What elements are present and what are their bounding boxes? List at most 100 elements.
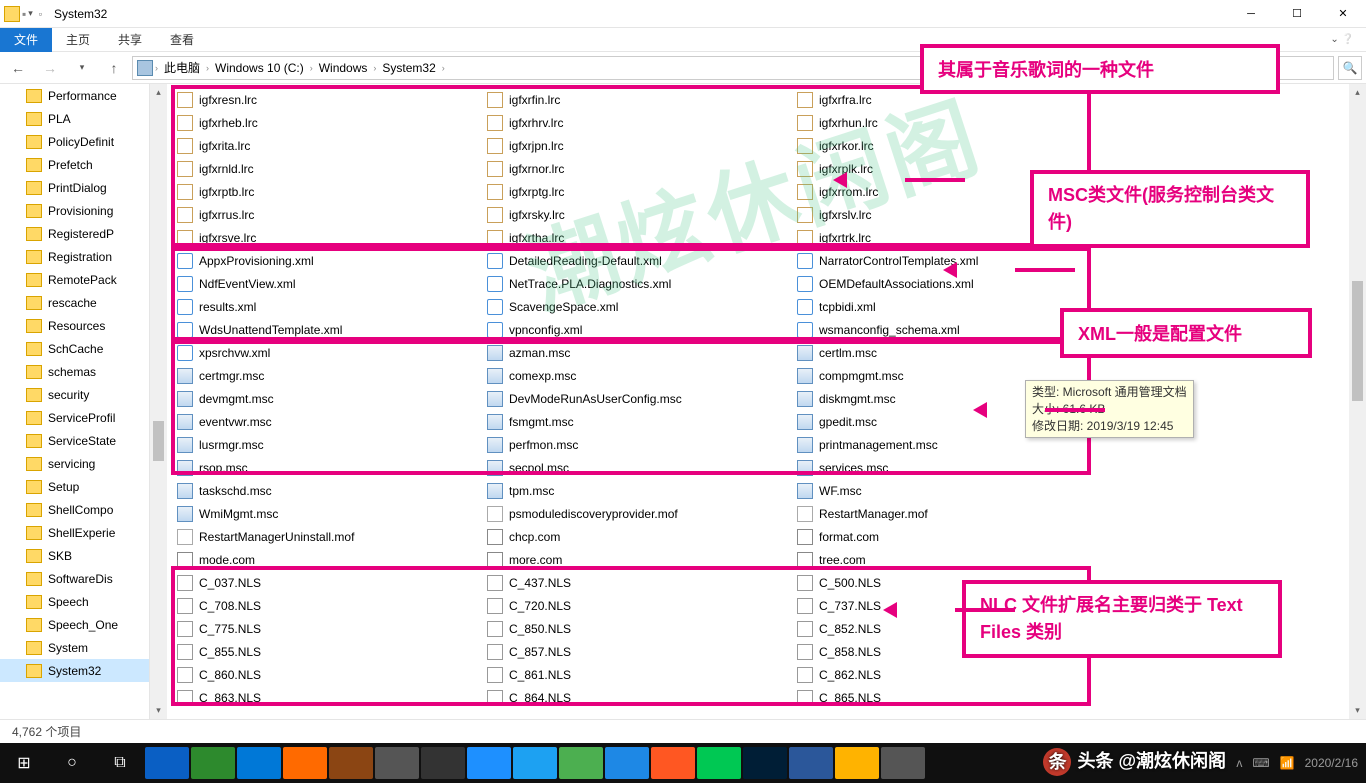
file-item[interactable]: wsmanconfig_schema.xml [795, 318, 1105, 341]
minimize-button[interactable]: ─ [1228, 0, 1274, 28]
file-item[interactable]: DetailedReading-Default.xml [485, 249, 795, 272]
file-item[interactable]: C_720.NLS [485, 594, 795, 617]
sidebar-item[interactable]: ShellExperie [0, 521, 149, 544]
file-item[interactable]: C_860.NLS [175, 663, 485, 686]
ribbon-expand-icon[interactable]: ⌄ ❔ [1318, 34, 1366, 45]
sidebar-item[interactable]: Speech [0, 590, 149, 613]
file-item[interactable]: RestartManager.mof [795, 502, 1105, 525]
file-item[interactable]: fsmgmt.msc [485, 410, 795, 433]
crumb[interactable]: 此电脑 [160, 59, 204, 76]
file-item[interactable]: RestartManagerUninstall.mof [175, 525, 485, 548]
file-item[interactable]: ScavengeSpace.xml [485, 295, 795, 318]
file-item[interactable]: igfxrjpn.lrc [485, 134, 795, 157]
file-item[interactable]: vpnconfig.xml [485, 318, 795, 341]
crumb[interactable]: System32 [378, 61, 439, 75]
taskbar-app[interactable] [559, 747, 603, 779]
sidebar-item[interactable]: PolicyDefinit [0, 130, 149, 153]
file-item[interactable]: lusrmgr.msc [175, 433, 485, 456]
file-item[interactable]: devmgmt.msc [175, 387, 485, 410]
forward-button[interactable]: → [36, 55, 64, 81]
scroll-down-icon[interactable]: ▾ [150, 702, 167, 719]
taskbar-app[interactable] [145, 747, 189, 779]
sidebar-item[interactable]: ShellCompo [0, 498, 149, 521]
taskbar-app[interactable] [375, 747, 419, 779]
file-item[interactable]: perfmon.msc [485, 433, 795, 456]
file-item[interactable]: igfxrfin.lrc [485, 88, 795, 111]
file-item[interactable]: eventvwr.msc [175, 410, 485, 433]
tab-view[interactable]: 查看 [156, 27, 208, 52]
file-item[interactable]: comexp.msc [485, 364, 795, 387]
taskbar-app[interactable] [697, 747, 741, 779]
taskbar-app[interactable] [651, 747, 695, 779]
file-item[interactable]: WF.msc [795, 479, 1105, 502]
scroll-up-icon[interactable]: ▴ [1349, 84, 1366, 101]
sidebar-item[interactable]: Registration [0, 245, 149, 268]
crumb[interactable]: Windows 10 (C:) [211, 61, 308, 75]
start-button[interactable]: ⊞ [0, 743, 48, 783]
taskbar-app[interactable] [329, 747, 373, 779]
file-item[interactable]: igfxrhrv.lrc [485, 111, 795, 134]
file-item[interactable]: DevModeRunAsUserConfig.msc [485, 387, 795, 410]
sidebar-item[interactable]: System32 [0, 659, 149, 682]
file-item[interactable]: format.com [795, 525, 1105, 548]
tab-home[interactable]: 主页 [52, 27, 104, 52]
file-item[interactable]: igfxrheb.lrc [175, 111, 485, 134]
taskview-icon[interactable]: ⧉ [96, 743, 144, 783]
taskbar-app[interactable] [789, 747, 833, 779]
sidebar-item[interactable]: RegisteredP [0, 222, 149, 245]
file-item[interactable]: C_861.NLS [485, 663, 795, 686]
file-item[interactable]: NetTrace.PLA.Diagnostics.xml [485, 272, 795, 295]
file-item[interactable]: xpsrchvw.xml [175, 341, 485, 364]
sidebar-item[interactable]: PrintDialog [0, 176, 149, 199]
file-item[interactable]: igfxrkor.lrc [795, 134, 1105, 157]
sidebar-item[interactable]: Setup [0, 475, 149, 498]
sidebar-item[interactable]: Speech_One [0, 613, 149, 636]
file-item[interactable]: igfxrrus.lrc [175, 203, 485, 226]
taskbar-app[interactable] [283, 747, 327, 779]
file-tab[interactable]: 文件 [0, 28, 52, 52]
sidebar-item[interactable]: Performance [0, 84, 149, 107]
sidebar-item[interactable]: rescache [0, 291, 149, 314]
file-item[interactable]: igfxresn.lrc [175, 88, 485, 111]
sidebar-item[interactable]: SKB [0, 544, 149, 567]
taskbar-app[interactable] [421, 747, 465, 779]
file-item[interactable]: C_437.NLS [485, 571, 795, 594]
sidebar-item[interactable]: security [0, 383, 149, 406]
file-item[interactable]: services.msc [795, 456, 1105, 479]
file-item[interactable]: azman.msc [485, 341, 795, 364]
file-item[interactable]: igfxrptb.lrc [175, 180, 485, 203]
file-item[interactable]: C_862.NLS [795, 663, 1105, 686]
file-item[interactable]: certlm.msc [795, 341, 1105, 364]
file-item[interactable]: rsop.msc [175, 456, 485, 479]
file-item[interactable]: C_855.NLS [175, 640, 485, 663]
file-item[interactable]: C_037.NLS [175, 571, 485, 594]
file-item[interactable]: igfxrnor.lrc [485, 157, 795, 180]
back-button[interactable]: ← [4, 55, 32, 81]
file-item[interactable]: C_857.NLS [485, 640, 795, 663]
sidebar-item[interactable]: schemas [0, 360, 149, 383]
file-item[interactable]: igfxrsky.lrc [485, 203, 795, 226]
file-item[interactable]: igfxrhun.lrc [795, 111, 1105, 134]
file-item[interactable]: WmiMgmt.msc [175, 502, 485, 525]
file-item[interactable]: psmodulediscoveryprovider.mof [485, 502, 795, 525]
qat-restore-icon[interactable]: ▫ [39, 9, 42, 19]
sidebar-item[interactable]: ServiceProfil [0, 406, 149, 429]
file-item[interactable]: chcp.com [485, 525, 795, 548]
file-item[interactable]: tpm.msc [485, 479, 795, 502]
file-item[interactable]: C_863.NLS [175, 686, 485, 709]
scroll-up-icon[interactable]: ▴ [150, 84, 167, 101]
file-item[interactable]: igfxrita.lrc [175, 134, 485, 157]
taskbar-app[interactable] [513, 747, 557, 779]
file-item[interactable]: C_850.NLS [485, 617, 795, 640]
search-button[interactable]: 🔍 [1338, 56, 1362, 80]
qat-dropdown-icon[interactable]: ▾ [28, 8, 33, 19]
file-item[interactable]: C_864.NLS [485, 686, 795, 709]
up-button[interactable]: ↑ [100, 55, 128, 81]
cortana-icon[interactable]: ○ [48, 743, 96, 783]
file-item[interactable]: more.com [485, 548, 795, 571]
file-item[interactable]: secpol.msc [485, 456, 795, 479]
file-item[interactable]: igfxrsve.lrc [175, 226, 485, 249]
file-item[interactable]: certmgr.msc [175, 364, 485, 387]
sidebar-item[interactable]: Resources [0, 314, 149, 337]
sidebar-item[interactable]: ServiceState [0, 429, 149, 452]
